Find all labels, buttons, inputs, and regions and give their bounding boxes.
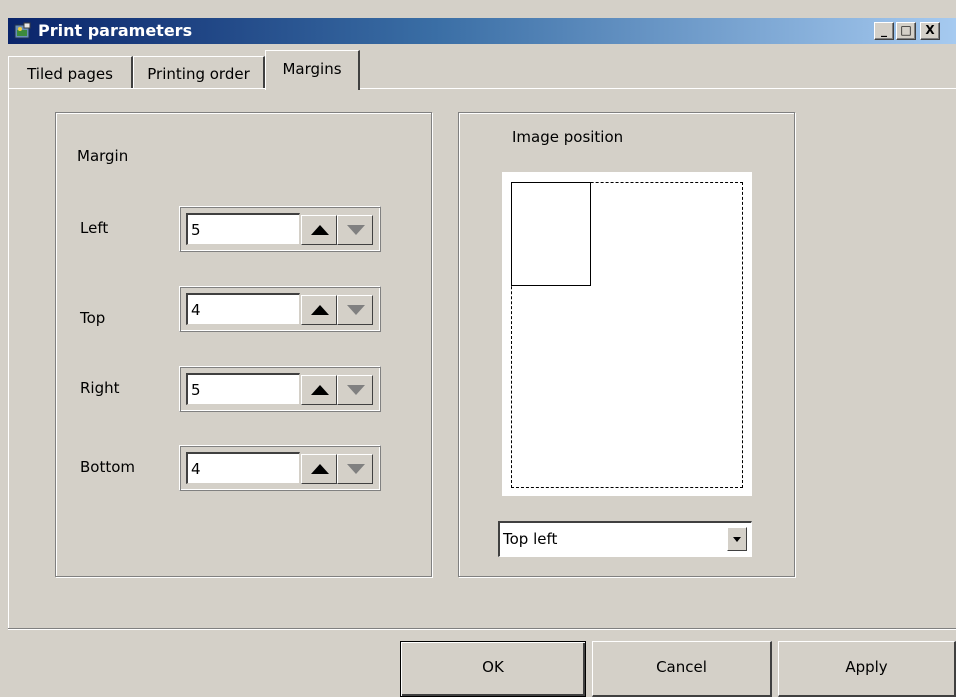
tab-printing-order[interactable]: Printing order	[133, 56, 265, 88]
footer-separator-highlight	[8, 629, 956, 630]
right-up-button[interactable]	[301, 375, 337, 405]
left-spinner: 5	[179, 206, 381, 252]
triangle-down-icon	[347, 464, 365, 474]
right-down-button[interactable]	[337, 375, 373, 405]
maximize-button[interactable]: □	[896, 22, 916, 40]
top-spinner: 4	[179, 286, 381, 332]
bottom-spinner: 4	[179, 445, 381, 491]
triangle-down-icon	[347, 305, 365, 315]
image-position-title: Image position	[512, 128, 624, 146]
right-label: Right	[80, 379, 120, 397]
bottom-input[interactable]: 4	[186, 452, 300, 484]
left-down-button[interactable]	[337, 215, 373, 245]
triangle-up-icon	[311, 305, 329, 315]
bottom-label: Bottom	[80, 458, 136, 476]
tab-margins[interactable]: Margins	[265, 50, 360, 90]
bottom-down-button[interactable]	[337, 454, 373, 484]
image-position-select[interactable]: Top left	[498, 521, 752, 557]
tab-tiled-pages[interactable]: Tiled pages	[8, 56, 133, 88]
left-input[interactable]: 5	[186, 213, 300, 245]
top-down-button[interactable]	[337, 295, 373, 325]
triangle-up-icon	[311, 464, 329, 474]
image-placement-box	[511, 182, 591, 286]
dropdown-button[interactable]	[727, 527, 747, 551]
app-icon	[14, 22, 32, 40]
margin-group-title: Margin	[77, 147, 129, 165]
triangle-down-icon	[347, 225, 365, 235]
left-label: Left	[80, 219, 109, 237]
apply-button[interactable]: Apply	[778, 641, 956, 697]
minimize-button[interactable]: _	[874, 22, 894, 40]
chevron-down-icon	[733, 537, 741, 542]
triangle-down-icon	[347, 385, 365, 395]
top-input[interactable]: 4	[186, 293, 300, 325]
ok-button[interactable]: OK	[400, 641, 586, 697]
top-label: Top	[80, 309, 106, 327]
margin-group	[55, 112, 432, 577]
triangle-up-icon	[311, 385, 329, 395]
top-up-button[interactable]	[301, 295, 337, 325]
window-title: Print parameters	[38, 21, 193, 40]
right-input[interactable]: 5	[186, 373, 300, 405]
title-bar[interactable]: Print parameters _ □ X	[8, 18, 956, 44]
cancel-button[interactable]: Cancel	[592, 641, 772, 697]
bottom-up-button[interactable]	[301, 454, 337, 484]
left-up-button[interactable]	[301, 215, 337, 245]
close-button[interactable]: X	[920, 22, 940, 40]
triangle-up-icon	[311, 225, 329, 235]
right-spinner: 5	[179, 366, 381, 412]
image-position-value: Top left	[503, 530, 558, 548]
